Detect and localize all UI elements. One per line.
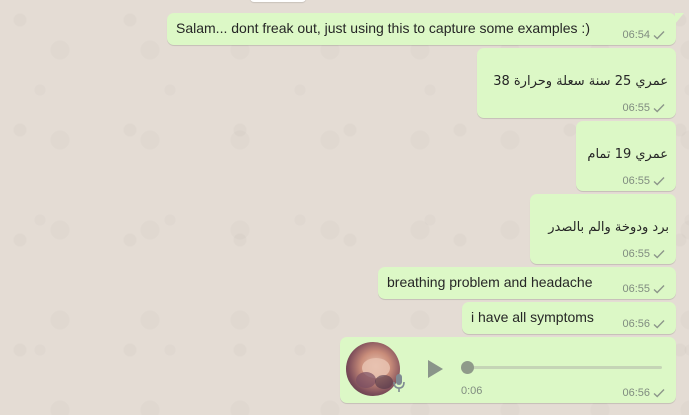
message-text: عمري 19 تمام xyxy=(587,147,668,162)
message-meta: 06:55 xyxy=(622,102,665,114)
message-time: 06:55 xyxy=(622,248,650,260)
message-bubble[interactable]: عمري 25 سنة سعلة وحرارة 38 06:55 xyxy=(477,48,676,118)
previous-message-edge xyxy=(250,0,306,2)
message-time: 06:55 xyxy=(622,102,650,114)
message-meta: 06:54 xyxy=(622,29,665,41)
message-time: 06:56 xyxy=(622,387,650,399)
message-bubble[interactable]: برد ودوخة والم بالصدر 06:55 xyxy=(530,194,676,264)
microphone-icon xyxy=(393,374,405,392)
message-bubble[interactable]: عمري 19 تمام 06:55 xyxy=(576,121,676,191)
single-check-icon xyxy=(653,320,665,329)
single-check-icon xyxy=(653,285,665,294)
message-time: 06:55 xyxy=(622,283,650,295)
message-meta: 06:56 xyxy=(622,387,665,399)
message-bubble[interactable]: i have all symptoms 06:56 xyxy=(462,302,676,334)
audio-progress-handle[interactable] xyxy=(461,361,474,374)
message-meta: 06:56 xyxy=(622,318,665,330)
single-check-icon xyxy=(653,250,665,259)
message-text: Salam... dont freak out, just using this… xyxy=(176,20,590,36)
message-text: عمري 25 سنة سعلة وحرارة 38 xyxy=(493,74,668,89)
play-icon[interactable] xyxy=(422,357,446,381)
message-time: 06:56 xyxy=(622,318,650,330)
message-text: breathing problem and headache xyxy=(387,274,593,290)
single-check-icon xyxy=(653,389,665,398)
voice-note-duration: 0:06 xyxy=(461,385,483,397)
audio-progress-track[interactable] xyxy=(466,366,662,369)
voice-note-bubble[interactable]: 0:06 06:56 xyxy=(340,337,676,403)
message-meta: 06:55 xyxy=(622,248,665,260)
message-meta: 06:55 xyxy=(622,175,665,187)
single-check-icon xyxy=(653,177,665,186)
message-time: 06:54 xyxy=(622,29,650,41)
single-check-icon xyxy=(653,31,665,40)
single-check-icon xyxy=(653,104,665,113)
message-text: برد ودوخة والم بالصدر xyxy=(548,220,669,235)
message-bubble[interactable]: breathing problem and headache 06:55 xyxy=(378,267,676,299)
message-bubble[interactable]: Salam... dont freak out, just using this… xyxy=(167,13,684,45)
message-time: 06:55 xyxy=(622,175,650,187)
message-text: i have all symptoms xyxy=(471,309,594,325)
message-meta: 06:55 xyxy=(622,283,665,295)
